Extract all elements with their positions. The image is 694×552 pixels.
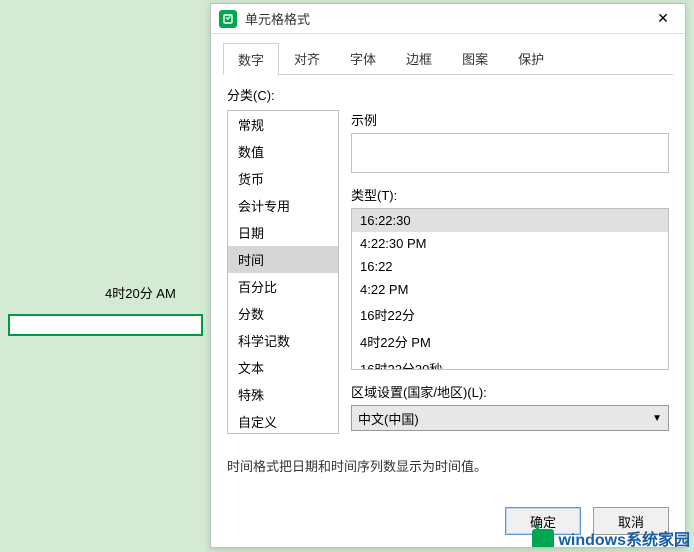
category-item[interactable]: 会计专用: [228, 192, 338, 219]
cell-format-dialog: 单元格格式 ✕ 数字对齐字体边框图案保护 分类(C): 常规数值货币会计专用日期…: [210, 3, 686, 548]
example-label: 示例: [351, 110, 669, 129]
app-icon: [219, 10, 237, 28]
cell-value: 4时20分 AM: [105, 283, 176, 302]
tab-4[interactable]: 图案: [447, 42, 503, 74]
watermark-brand: windows系统家园: [558, 526, 690, 550]
dialog-titlebar: 单元格格式 ✕: [211, 4, 685, 34]
locale-value: 中文(中国): [358, 409, 419, 428]
locale-combobox[interactable]: 中文(中国) ▼: [351, 405, 669, 431]
category-item[interactable]: 分数: [228, 300, 338, 327]
tab-5[interactable]: 保护: [503, 42, 559, 74]
category-item[interactable]: 自定义: [228, 408, 338, 434]
category-item[interactable]: 科学记数: [228, 327, 338, 354]
format-description: 时间格式把日期和时间序列数显示为时间值。: [227, 456, 669, 475]
category-item[interactable]: 百分比: [228, 273, 338, 300]
type-item[interactable]: 16时22分30秒: [352, 355, 668, 370]
type-item[interactable]: 16时22分: [352, 301, 668, 328]
category-item[interactable]: 时间: [228, 246, 338, 273]
tab-1[interactable]: 对齐: [279, 42, 335, 74]
category-list[interactable]: 常规数值货币会计专用日期时间百分比分数科学记数文本特殊自定义: [227, 110, 339, 434]
type-label: 类型(T):: [351, 185, 669, 204]
example-box: [351, 133, 669, 173]
tab-2[interactable]: 字体: [335, 42, 391, 74]
category-item[interactable]: 日期: [228, 219, 338, 246]
tab-3[interactable]: 边框: [391, 42, 447, 74]
spreadsheet-background: 4时20分 AM: [0, 0, 210, 552]
type-item[interactable]: 4时22分 PM: [352, 328, 668, 355]
tab-bar: 数字对齐字体边框图案保护: [223, 42, 673, 75]
watermark-icon: [532, 529, 554, 547]
tab-0[interactable]: 数字: [223, 43, 279, 75]
category-item[interactable]: 货币: [228, 165, 338, 192]
type-list[interactable]: 16:22:304:22:30 PM16:224:22 PM16时22分4时22…: [351, 208, 669, 370]
type-item[interactable]: 16:22:30: [352, 209, 668, 232]
chevron-down-icon: ▼: [652, 413, 662, 424]
category-label: 分类(C):: [227, 85, 669, 104]
locale-label: 区域设置(国家/地区)(L):: [351, 382, 669, 401]
type-item[interactable]: 4:22:30 PM: [352, 232, 668, 255]
close-button[interactable]: ✕: [647, 7, 679, 31]
category-item[interactable]: 数值: [228, 138, 338, 165]
type-item[interactable]: 16:22: [352, 255, 668, 278]
selected-cell[interactable]: [8, 314, 203, 336]
watermark: windows系统家园: [532, 526, 690, 550]
category-item[interactable]: 文本: [228, 354, 338, 381]
type-item[interactable]: 4:22 PM: [352, 278, 668, 301]
category-item[interactable]: 常规: [228, 111, 338, 138]
category-item[interactable]: 特殊: [228, 381, 338, 408]
dialog-title: 单元格格式: [245, 9, 647, 28]
close-icon: ✕: [657, 10, 669, 27]
